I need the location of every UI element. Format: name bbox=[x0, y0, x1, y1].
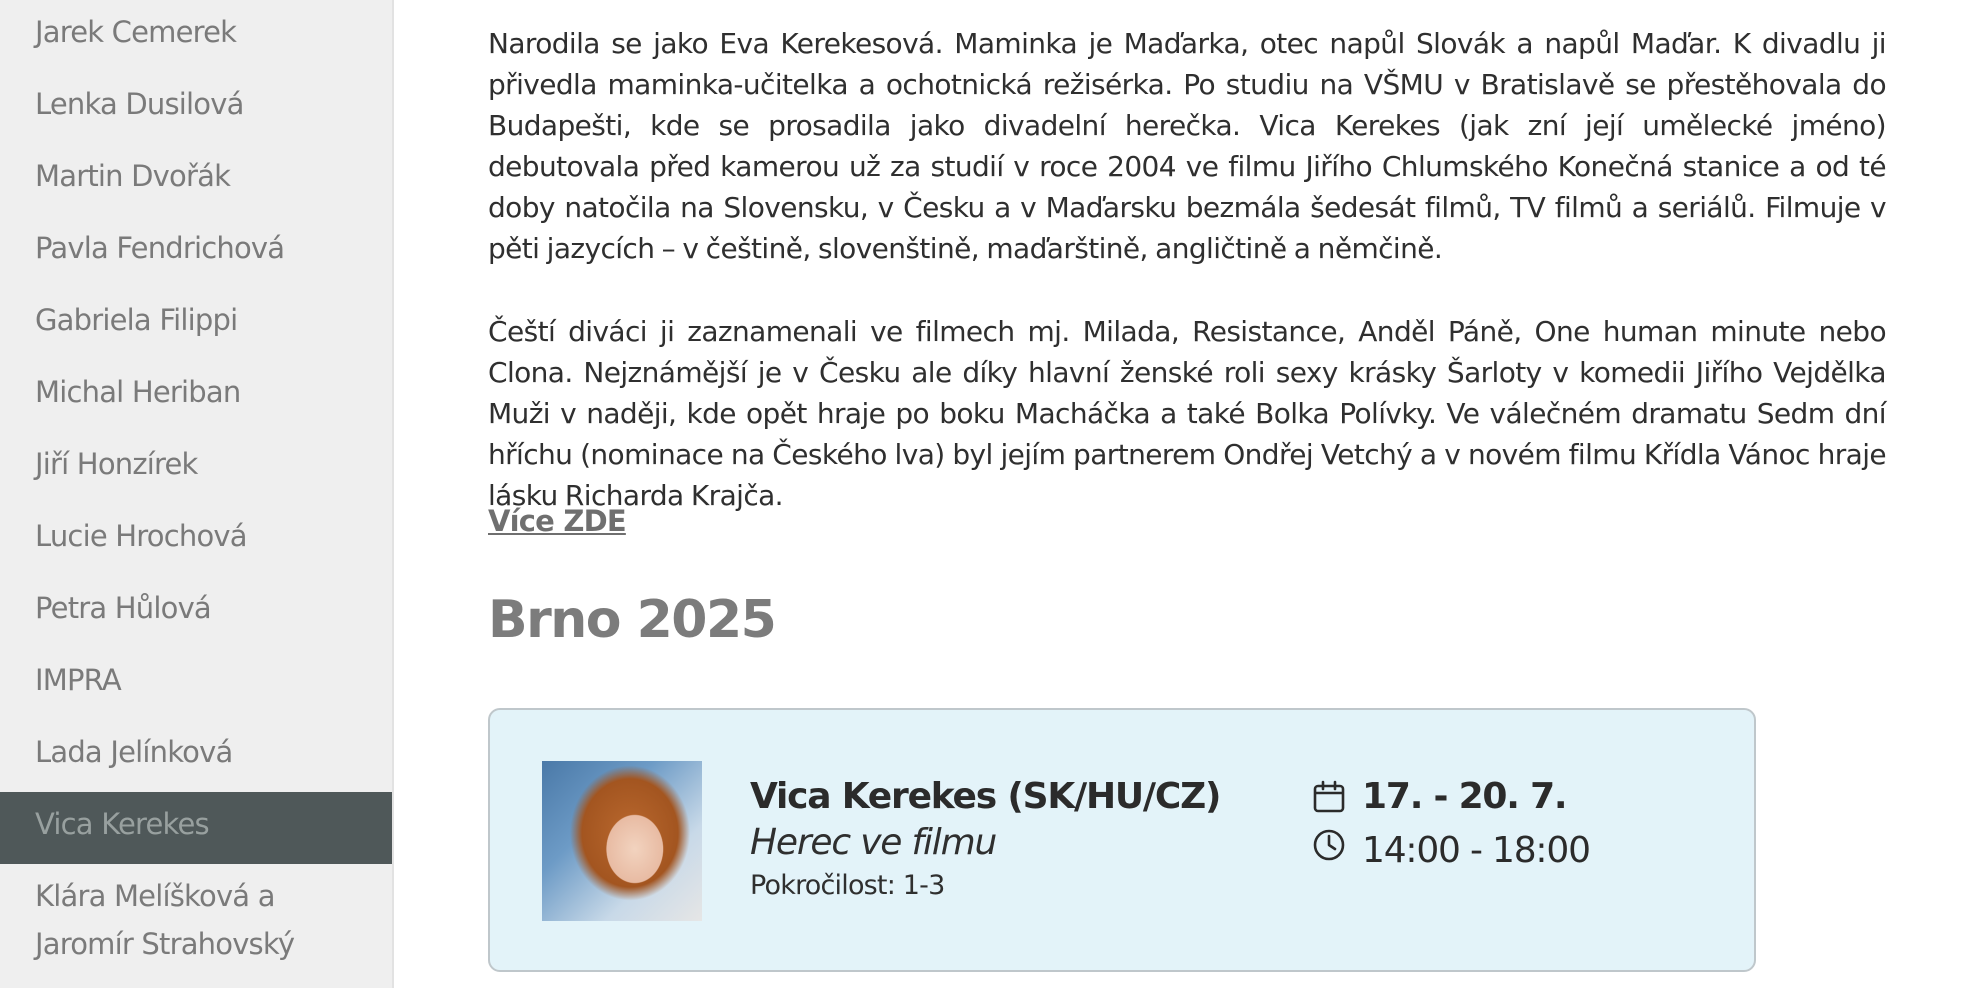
workshop-level: Pokročilost: 1-3 bbox=[750, 870, 945, 901]
sidebar-item-pavla-fendrichova[interactable]: Pavla Fendrichová bbox=[0, 216, 392, 288]
sidebar-item-jiri-honzirek[interactable]: Jiří Honzírek bbox=[0, 432, 392, 504]
clock-icon bbox=[1313, 829, 1345, 861]
sidebar-item-lada-jelinkova[interactable]: Lada Jelínková bbox=[0, 720, 392, 792]
calendar-icon bbox=[1313, 780, 1345, 813]
workshop-card[interactable]: Vica Kerekes (SK/HU/CZ) Herec ve filmu P… bbox=[488, 708, 1756, 972]
bio-paragraph: Čeští diváci ji zaznamenali ve filmech m… bbox=[488, 315, 1887, 512]
time-text: 14:00 - 18:00 bbox=[1362, 830, 1591, 871]
instructor-photo bbox=[542, 761, 702, 921]
sidebar-item-jarek-cemerek[interactable]: Jarek Cemerek bbox=[0, 0, 392, 72]
sidebar-item-klara-meliskova[interactable]: Klára Melíšková a Jaromír Strahovský bbox=[0, 864, 392, 968]
sidebar-item-impra[interactable]: IMPRA bbox=[0, 648, 392, 720]
date-text: 17. - 20. 7. bbox=[1362, 776, 1568, 817]
more-info-link[interactable]: Více ZDE bbox=[488, 504, 627, 538]
bio-paragraph: Narodila se jako Eva Kerekesová. Maminka… bbox=[488, 27, 1887, 265]
sidebar-item-petra-hulova[interactable]: Petra Hůlová bbox=[0, 576, 392, 648]
sidebar-list: Jarek Cemerek Lenka Dusilová Martin Dvoř… bbox=[0, 0, 392, 968]
sidebar-item-lucie-hrochova[interactable]: Lucie Hrochová bbox=[0, 504, 392, 576]
sidebar-item-vica-kerekes[interactable]: Vica Kerekes bbox=[0, 792, 392, 864]
sidebar: Jarek Cemerek Lenka Dusilová Martin Dvoř… bbox=[0, 0, 394, 988]
sidebar-item-gabriela-filippi[interactable]: Gabriela Filippi bbox=[0, 288, 392, 360]
sidebar-item-michal-heriban[interactable]: Michal Heriban bbox=[0, 360, 392, 432]
workshop-title: Vica Kerekes (SK/HU/CZ) bbox=[750, 776, 1221, 817]
sidebar-item-lenka-dusilova[interactable]: Lenka Dusilová bbox=[0, 72, 392, 144]
workshop-subtitle: Herec ve filmu bbox=[750, 822, 997, 863]
sidebar-item-martin-dvorak[interactable]: Martin Dvořák bbox=[0, 144, 392, 216]
section-title: Brno 2025 bbox=[488, 590, 777, 650]
